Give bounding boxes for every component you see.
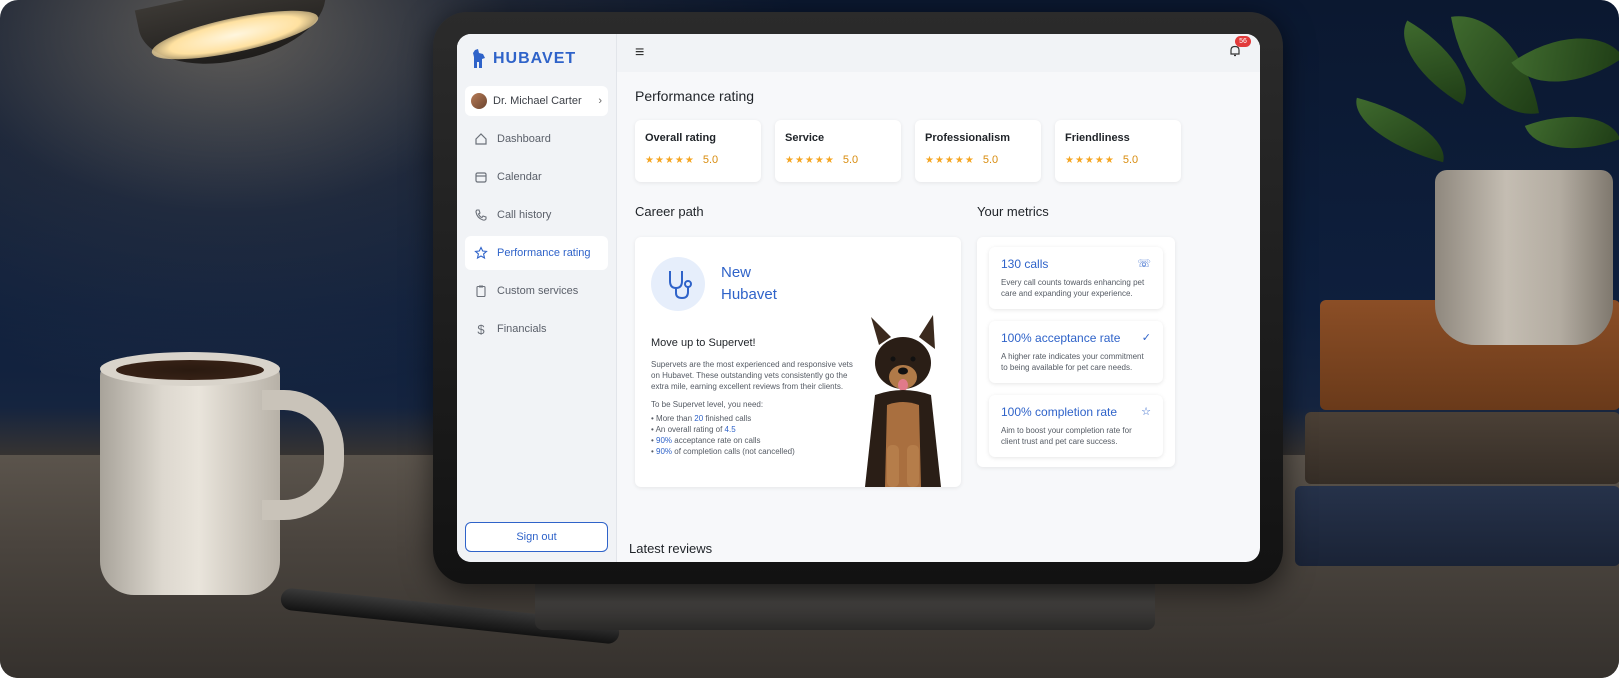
career-level: New Hubavet (721, 262, 791, 306)
check-badge-icon: ✓ (1141, 332, 1151, 344)
rating-cards: Overall rating ★★★★★ 5.0 Service ★★★★★ 5… (635, 120, 1242, 182)
page-content: Performance rating Overall rating ★★★★★ … (617, 72, 1260, 503)
metric-title: 100% acceptance rate (1001, 331, 1121, 345)
metric-card-completion: ☆ 100% completion rate Aim to boost your… (989, 395, 1163, 457)
sidebar-item-call-history[interactable]: Call history (465, 198, 608, 232)
sidebar-item-label: Calendar (497, 171, 542, 183)
career-path-heading: Career path (635, 204, 704, 219)
metric-title: 130 calls (1001, 257, 1049, 271)
profile-name: Dr. Michael Carter (493, 95, 582, 107)
rating-value: 5.0 (982, 154, 999, 166)
plant-leaf (1346, 97, 1454, 163)
metric-description: A higher rate indicates your commitment … (1001, 352, 1144, 372)
puppy-image (865, 315, 941, 487)
sidebar-item-financials[interactable]: $ Financials (465, 312, 608, 346)
phone-icon: ☏ (1137, 258, 1151, 270)
tablet-screen: HUBAVET Dr. Michael Carter › Dashboard C… (457, 34, 1260, 562)
star-rating: ★★★★★ (645, 154, 695, 166)
main-area: ≡ 56 Performance rating Overall rating ★… (617, 34, 1260, 562)
star-rating: ★★★★★ (785, 154, 835, 166)
mug-coffee (116, 360, 264, 380)
career-level-line1: New (721, 264, 752, 281)
brand-logo[interactable]: HUBAVET (465, 44, 608, 74)
rating-card-title: Professionalism (925, 132, 1010, 144)
calendar-icon (473, 170, 489, 184)
brand-name: HUBAVET (493, 50, 577, 67)
rating-card-overall: Overall rating ★★★★★ 5.0 (635, 120, 761, 182)
metric-card-calls: ☏ 130 calls Every call counts towards en… (989, 247, 1163, 309)
avatar (471, 93, 487, 109)
rating-card-title: Friendliness (1065, 132, 1130, 144)
sidebar-item-label: Dashboard (497, 133, 551, 145)
photo-scene: HUBAVET Dr. Michael Carter › Dashboard C… (0, 0, 1619, 678)
star-rating: ★★★★★ (925, 154, 975, 166)
sidebar-item-custom-services[interactable]: Custom services (465, 274, 608, 308)
star-icon: ☆ (1141, 406, 1151, 418)
chevron-right-icon: › (598, 95, 602, 107)
sidebar-item-calendar[interactable]: Calendar (465, 160, 608, 194)
rating-card-title: Service (785, 132, 825, 144)
plant-leaf (1524, 96, 1619, 169)
rating-value: 5.0 (1122, 154, 1139, 166)
career-path-card: New Hubavet Move up to Supervet! Superve… (635, 237, 961, 487)
rating-value: 5.0 (842, 154, 859, 166)
phone-icon (473, 208, 489, 222)
metric-title: 100% completion rate (1001, 405, 1118, 419)
plant-pot (1435, 170, 1613, 345)
page-title: Performance rating (635, 88, 755, 104)
rating-card-title: Overall rating (645, 132, 716, 144)
metric-card-acceptance: ✓ 100% acceptance rate A higher rate ind… (989, 321, 1163, 383)
clipboard-icon (473, 284, 489, 298)
rating-card-service: Service ★★★★★ 5.0 (775, 120, 901, 182)
career-description: Supervets are the most experienced and r… (651, 360, 853, 391)
dog-logo-icon (473, 49, 485, 68)
book-bottom (1295, 486, 1619, 566)
latest-reviews-heading: Latest reviews (629, 541, 713, 556)
coffee-mug (100, 360, 280, 595)
sidebar-item-performance-rating[interactable]: Performance rating (465, 236, 608, 270)
notifications-button[interactable]: 56 (1228, 36, 1251, 62)
career-level-line2: Hubavet (721, 286, 777, 303)
star-rating: ★★★★★ (1065, 154, 1115, 166)
metric-description: Aim to boost your completion rate for cl… (1001, 426, 1132, 446)
sidebar: HUBAVET Dr. Michael Carter › Dashboard C… (457, 34, 617, 562)
hamburger-menu-icon[interactable]: ≡ (635, 44, 644, 62)
sidebar-item-label: Custom services (497, 285, 579, 297)
rating-value: 5.0 (702, 154, 719, 166)
profile-menu[interactable]: Dr. Michael Carter › (465, 86, 608, 116)
notification-count-badge: 56 (1235, 36, 1251, 47)
dollar-icon: $ (477, 321, 485, 337)
stethoscope-icon (651, 257, 705, 311)
rating-card-professionalism: Professionalism ★★★★★ 5.0 (915, 120, 1041, 182)
metric-description: Every call counts towards enhancing pet … (1001, 278, 1145, 298)
sidebar-item-label: Financials (497, 323, 547, 335)
your-metrics-heading: Your metrics (977, 204, 1049, 219)
rating-card-friendliness: Friendliness ★★★★★ 5.0 (1055, 120, 1181, 182)
sidebar-item-label: Performance rating (497, 247, 591, 259)
star-icon (473, 246, 489, 260)
sidebar-item-dashboard[interactable]: Dashboard (465, 122, 608, 156)
top-bar: ≡ 56 (617, 34, 1260, 72)
sign-out-button[interactable]: Sign out (465, 522, 608, 552)
sidebar-item-label: Call history (497, 209, 552, 221)
metrics-panel: ☏ 130 calls Every call counts towards en… (977, 237, 1175, 467)
book-middle (1305, 412, 1619, 484)
home-icon (473, 132, 489, 146)
